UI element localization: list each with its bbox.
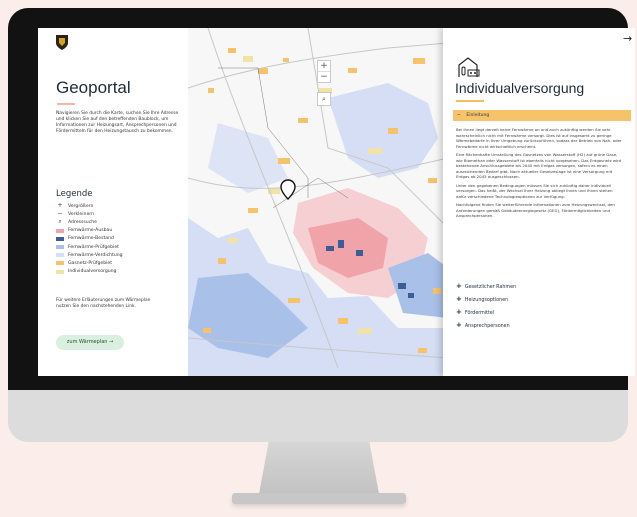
monitor-stand-base <box>232 493 406 504</box>
legend-item: ⌕ Adresssuche <box>56 218 186 226</box>
title-underline <box>57 103 75 105</box>
legend-swatch <box>56 253 64 258</box>
search-icon: ⌕ <box>322 95 326 103</box>
intro-text: Navigieren Sie durch die Karte, suchen S… <box>56 111 179 134</box>
monitor-chin <box>8 390 628 442</box>
accordion-gesetzlicher-rahmen[interactable]: + Gesetzlicher Rahmen <box>456 280 616 293</box>
detail-panel: → Individualversorgung − Einleitung Bei … <box>443 28 635 376</box>
legend-item: − Verkleinern <box>57 210 94 218</box>
legend-swatch <box>56 228 64 233</box>
zoom-out-button[interactable]: − <box>318 71 330 82</box>
panel-title-underline <box>456 100 484 102</box>
city-crest-logo <box>56 35 68 50</box>
accordion-foerdermittel[interactable]: + Fördermittel <box>456 306 616 319</box>
accordion-list: + Gesetzlicher Rahmen + Heizungsoptionen +… <box>456 280 616 332</box>
body-paragraph: Eine flächenhafte Umstellung des Gasnetz… <box>456 151 622 180</box>
close-arrow-icon[interactable]: → <box>623 32 632 45</box>
screen: + − ⌕ Geoportal Navigieren Sie durch die… <box>38 28 635 376</box>
legend-item: Gasnetz-Prüfgebiet <box>56 259 186 267</box>
waermeplan-button[interactable]: zum Wärmeplan → <box>56 335 124 350</box>
zoom-in-button[interactable]: + <box>318 61 330 71</box>
legend-swatch <box>56 261 64 266</box>
monitor-stand <box>259 442 379 494</box>
zoom-controls: + − <box>317 60 331 83</box>
panel-title: Individualversorgung <box>455 80 585 96</box>
legend: + Vergrößern − Verkleinern ⌕ Adresssuche Fe… <box>56 202 186 276</box>
legend-item: Fernwärme-Ausbau <box>56 227 186 235</box>
accordion-heizungsoptionen[interactable]: + Heizungsoptionen <box>456 293 616 306</box>
page-title: Geoportal <box>56 78 131 97</box>
address-search-button[interactable]: ⌕ <box>317 92 331 106</box>
legend-item: Fernwärme-Verdichtung <box>56 251 186 259</box>
accordion-ansprechpersonen[interactable]: + Ansprechpersonen <box>456 319 616 332</box>
plus-icon: + <box>456 282 462 290</box>
plus-icon: + <box>456 321 462 329</box>
house-heating-icon <box>458 57 480 77</box>
legend-item: Fernwärme-Bestand <box>56 235 186 243</box>
legend-title: Legende <box>56 189 93 199</box>
body-paragraph: Unter den gegebenen Bedingungen müssen S… <box>456 182 613 199</box>
legend-swatch <box>56 236 64 241</box>
plus-icon: + <box>456 308 462 316</box>
legend-swatch <box>56 245 64 250</box>
map[interactable]: + − ⌕ <box>187 28 449 376</box>
legend-item: Fernwärme-Prüfgebiet <box>56 243 186 251</box>
legend-swatch <box>56 269 64 274</box>
body-paragraph: Bei Ihnen liegt derzeit keine Fernwärme … <box>456 127 622 149</box>
search-icon: ⌕ <box>58 218 62 226</box>
accordion-einleitung[interactable]: − Einleitung <box>453 110 631 121</box>
legend-item: Individualversorgung <box>56 268 186 276</box>
minus-icon: − <box>57 210 63 218</box>
body-paragraph: Nachfolgend finden Sie weiterführende In… <box>456 201 615 219</box>
left-panel: Geoportal Navigieren Sie durch die Karte… <box>38 28 188 376</box>
plus-icon: + <box>456 295 462 303</box>
minus-icon: − <box>457 113 461 118</box>
more-info-text: Für weitere Erläuterungen zum Wärmeplan … <box>56 298 151 309</box>
plus-icon: + <box>57 202 63 210</box>
panel-body: Bei Ihnen liegt derzeit keine Fernwärme … <box>456 127 622 221</box>
legend-item: + Vergrößern <box>57 202 94 210</box>
